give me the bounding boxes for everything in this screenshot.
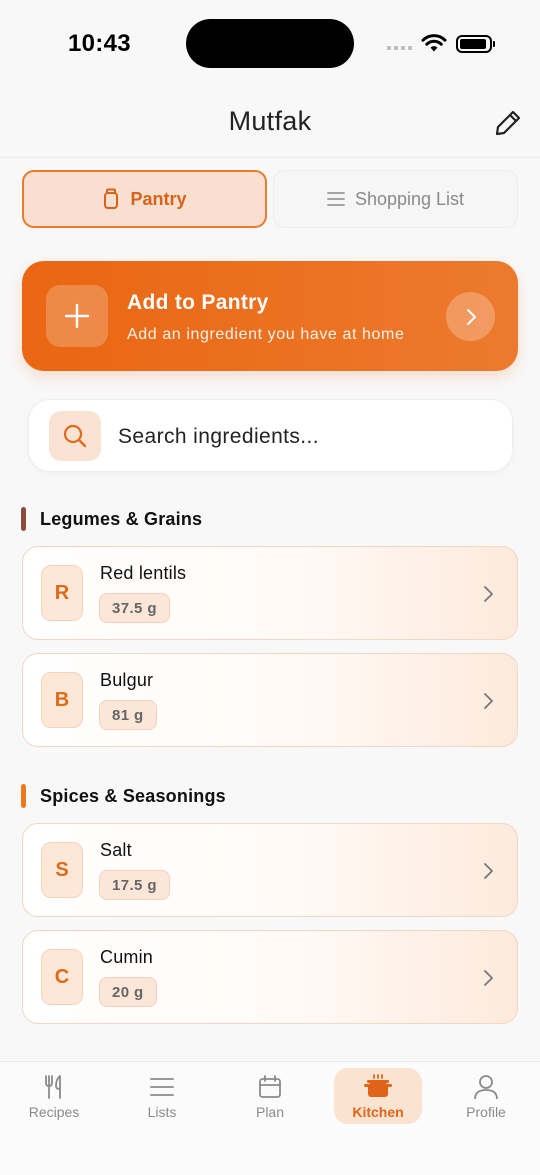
ingredient-item-salt[interactable]: S Salt 17.5 g xyxy=(22,823,518,917)
ingredient-quantity-badge: 17.5 g xyxy=(99,870,170,900)
nav-label: Lists xyxy=(147,1104,177,1120)
section-title-spices-seasonings: Spices & Seasonings xyxy=(40,786,226,806)
section-accent-bar xyxy=(21,507,26,531)
ingredient-initial: C xyxy=(41,949,83,1005)
tab-shopping-list-label: Shopping List xyxy=(354,188,465,209)
person-icon xyxy=(473,1072,499,1102)
edit-button[interactable] xyxy=(492,107,524,139)
ingredient-quantity-badge: 20 g xyxy=(99,977,157,1007)
nav-label: Plan xyxy=(255,1104,285,1120)
chevron-right-icon xyxy=(484,586,493,602)
chevron-right-icon xyxy=(446,292,495,341)
nav-lists[interactable]: Lists xyxy=(118,1068,206,1124)
nav-label: Kitchen xyxy=(352,1104,404,1120)
cellular-signal-icon xyxy=(387,46,412,50)
kitchen-screen: 10:43 Mutfak Pantry Shopping List Add to… xyxy=(0,0,540,1175)
search-icon xyxy=(49,411,101,461)
page-title: Mutfak xyxy=(228,106,312,136)
status-bar: 10:43 xyxy=(0,0,540,88)
chevron-right-icon xyxy=(484,970,493,986)
ingredient-initial: R xyxy=(41,565,83,621)
battery-icon xyxy=(456,35,495,53)
ingredient-name: Salt xyxy=(100,840,132,860)
pencil-icon xyxy=(495,110,521,136)
tab-pantry-label: Pantry xyxy=(130,188,187,209)
list-icon xyxy=(149,1072,175,1102)
nav-label: Profile xyxy=(466,1104,506,1120)
dynamic-island xyxy=(186,19,354,68)
search-bar[interactable] xyxy=(28,399,513,472)
pot-icon xyxy=(363,1072,393,1102)
ingredient-quantity-badge: 37.5 g xyxy=(99,593,170,623)
search-input[interactable] xyxy=(118,421,488,453)
chevron-right-icon xyxy=(484,693,493,709)
ingredient-name: Bulgur xyxy=(100,670,154,690)
section-title-legumes-grains: Legumes & Grains xyxy=(40,509,203,529)
ingredient-initial: S xyxy=(41,842,83,898)
add-card-title: Add to Pantry xyxy=(127,291,269,314)
nav-profile[interactable]: Profile xyxy=(442,1068,530,1124)
ingredient-item-cumin[interactable]: C Cumin 20 g xyxy=(22,930,518,1024)
bottom-tab-bar: Recipes Lists Plan Kitchen Profile xyxy=(0,1061,540,1175)
ingredient-name: Red lentils xyxy=(100,563,187,583)
wifi-icon xyxy=(421,34,447,52)
ingredient-name: Cumin xyxy=(100,947,154,967)
nav-kitchen[interactable]: Kitchen xyxy=(334,1068,422,1124)
nav-plan[interactable]: Plan xyxy=(226,1068,314,1124)
nav-recipes[interactable]: Recipes xyxy=(10,1068,98,1124)
add-to-pantry-card[interactable]: Add to Pantry Add an ingredient you have… xyxy=(22,261,518,371)
tab-shopping-list[interactable]: Shopping List xyxy=(273,170,518,228)
list-icon xyxy=(327,192,345,206)
section-accent-bar xyxy=(21,784,26,808)
fork-knife-icon xyxy=(41,1072,67,1102)
nav-label: Recipes xyxy=(28,1104,80,1120)
status-time: 10:43 xyxy=(68,30,131,57)
ingredient-quantity-badge: 81 g xyxy=(99,700,157,730)
chevron-right-icon xyxy=(484,863,493,879)
ingredient-initial: B xyxy=(41,672,83,728)
ingredient-item-bulgur[interactable]: B Bulgur 81 g xyxy=(22,653,518,747)
ingredient-item-red-lentils[interactable]: R Red lentils 37.5 g xyxy=(22,546,518,640)
tab-pantry[interactable]: Pantry xyxy=(22,170,267,228)
calendar-icon xyxy=(257,1072,283,1102)
jar-icon xyxy=(104,188,119,209)
add-card-subtitle: Add an ingredient you have at home xyxy=(127,326,405,343)
plus-icon xyxy=(46,285,108,347)
header: Mutfak xyxy=(0,88,540,158)
